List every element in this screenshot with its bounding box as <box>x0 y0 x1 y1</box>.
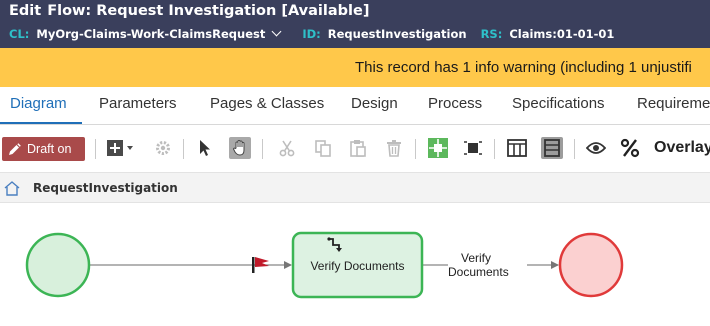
draft-on-label: Draft on <box>27 142 72 156</box>
edit-label: Edit <box>9 3 42 19</box>
breadcrumb: RequestInvestigation <box>0 172 710 203</box>
settings-icon <box>156 141 170 155</box>
paste-button[interactable] <box>347 137 369 159</box>
warning-text[interactable]: This record has 1 info warning (includin… <box>355 59 692 76</box>
toolbar-divider <box>574 139 575 159</box>
connector-label[interactable]: Verify Documents <box>448 251 509 279</box>
fit-button[interactable] <box>462 137 484 159</box>
id-key: ID: <box>302 27 321 41</box>
start-shape[interactable] <box>25 232 91 298</box>
percent-icon <box>620 138 640 158</box>
node-button[interactable] <box>427 137 449 159</box>
pan-tool-button[interactable] <box>229 137 251 159</box>
toolbar-divider <box>183 139 184 159</box>
percent-button[interactable] <box>619 137 641 159</box>
toolbar-divider <box>494 139 495 159</box>
chevron-down-icon[interactable] <box>271 26 282 36</box>
tab-process[interactable]: Process <box>428 95 482 112</box>
double-panel-button[interactable] <box>541 137 563 159</box>
select-tool-button[interactable] <box>194 137 216 159</box>
node-icon <box>428 138 448 158</box>
tab-design[interactable]: Design <box>351 95 398 112</box>
warning-banner: This record has 1 info warning (includin… <box>0 48 710 87</box>
view-button[interactable] <box>585 137 607 159</box>
copy-icon <box>315 140 331 157</box>
diagram-toolbar: Draft on Overlay <box>0 126 710 172</box>
settings-button[interactable] <box>152 137 174 159</box>
end-shape[interactable] <box>558 232 624 298</box>
active-tab-indicator <box>0 122 82 124</box>
id-value: RequestInvestigation <box>327 27 467 41</box>
class-value[interactable]: MyOrg-Claims-Work-ClaimsRequest <box>36 27 265 41</box>
rule-header: Edit Flow: Request Investigation [Availab… <box>0 0 710 48</box>
toolbar-divider <box>415 139 416 159</box>
ruleset-value[interactable]: Claims:01-01-01 <box>509 27 614 41</box>
page-title: Flow: Request Investigation [Available] <box>47 3 370 19</box>
cut-button[interactable] <box>276 137 298 159</box>
paste-icon <box>350 140 366 157</box>
connector-label-line2: Documents <box>448 265 509 279</box>
fit-icon <box>464 141 482 155</box>
flow-canvas[interactable]: Verify Documents Verify Documents <box>0 203 710 326</box>
ruleset-key: RS: <box>480 27 503 41</box>
flag-icon[interactable] <box>255 257 269 267</box>
overlay-label[interactable]: Overlay <box>654 139 710 157</box>
add-icon <box>107 140 133 156</box>
hand-icon <box>232 140 245 156</box>
delete-button[interactable] <box>383 137 405 159</box>
toolbar-divider <box>262 139 263 159</box>
tab-requirements[interactable]: Requireme <box>637 95 710 112</box>
single-panel-button[interactable] <box>506 137 528 159</box>
eye-icon <box>586 142 606 154</box>
title-row: Edit Flow: Request Investigation [Availab… <box>9 3 369 19</box>
connector-label-line1: Verify <box>460 251 491 265</box>
tab-bar: Diagram Parameters Pages & Classes Desig… <box>0 87 710 125</box>
meta-row: CL: MyOrg-Claims-Work-ClaimsRequest ID: … <box>9 26 628 41</box>
pointer-icon <box>200 140 210 156</box>
task-label: Verify Documents <box>310 259 405 273</box>
delete-icon <box>387 140 401 157</box>
draft-on-button[interactable]: Draft on <box>2 137 85 161</box>
toolbar-divider <box>95 139 96 159</box>
add-shape-button[interactable] <box>105 137 139 159</box>
tab-pages-classes[interactable]: Pages & Classes <box>210 95 324 112</box>
class-key: CL: <box>9 27 30 41</box>
pencil-icon <box>9 142 21 155</box>
tab-specifications[interactable]: Specifications <box>512 95 605 112</box>
cut-icon <box>279 140 295 157</box>
home-icon[interactable] <box>3 180 21 196</box>
tab-diagram[interactable]: Diagram <box>10 95 67 112</box>
tab-parameters[interactable]: Parameters <box>99 95 177 112</box>
single-panel-icon <box>507 139 527 157</box>
flag-pole <box>252 257 255 273</box>
copy-button[interactable] <box>312 137 334 159</box>
double-panel-icon <box>544 139 560 157</box>
breadcrumb-label[interactable]: RequestInvestigation <box>33 181 178 195</box>
